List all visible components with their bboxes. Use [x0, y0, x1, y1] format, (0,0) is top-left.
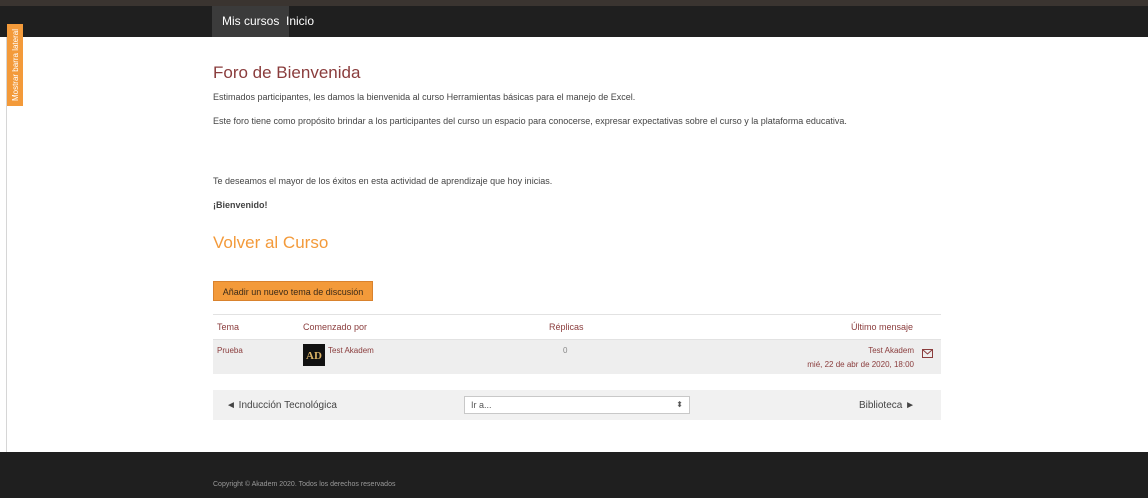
header-started-by[interactable]: Comenzado por	[303, 322, 367, 332]
jump-to-label: Ir a...	[471, 400, 492, 410]
back-to-course-link[interactable]: Volver al Curso	[213, 233, 328, 253]
select-arrows-icon: ⬍	[676, 400, 683, 409]
table-row: Prueba AD Test Akadem 0 Test Akadem mié,…	[213, 340, 941, 374]
topic-link[interactable]: Prueba	[217, 346, 243, 355]
discussion-table: Tema Comenzado por Réplicas Último mensa…	[213, 314, 941, 374]
header-topic[interactable]: Tema	[217, 322, 239, 332]
nav-item-inicio[interactable]: Inicio	[276, 6, 324, 37]
show-sidebar-label: Mostrar barra lateral	[10, 28, 20, 102]
table-header: Tema Comenzado por Réplicas Último mensa…	[213, 314, 941, 340]
reply-count[interactable]: 0	[563, 346, 567, 355]
top-navbar: Mis cursos Inicio	[0, 6, 1148, 37]
jump-to-select[interactable]: Ir a... ⬍	[464, 396, 690, 414]
header-last-post[interactable]: Último mensaje	[851, 322, 913, 332]
author-link[interactable]: Test Akadem	[328, 346, 374, 355]
last-post-date[interactable]: mié, 22 de abr de 2020, 18:00	[807, 360, 914, 369]
show-sidebar-button[interactable]: Mostrar barra lateral	[7, 24, 23, 106]
activity-navigation: ◄ Inducción Tecnológica Ir a... ⬍ Biblio…	[213, 390, 941, 420]
intro-paragraph-2: Este foro tiene como propósito brindar a…	[213, 116, 847, 126]
add-discussion-button[interactable]: Añadir un nuevo tema de discusión	[213, 281, 373, 301]
next-activity-link[interactable]: Biblioteca ►	[859, 400, 915, 411]
footer: Copyright © Akadem 2020. Todos los derec…	[0, 452, 1148, 498]
left-border	[6, 37, 7, 452]
intro-paragraph-3: Te deseamos el mayor de los éxitos en es…	[213, 176, 553, 186]
last-post-author[interactable]: Test Akadem	[868, 346, 914, 355]
prev-activity-link[interactable]: ◄ Inducción Tecnológica	[226, 400, 337, 411]
avatar-logo-text: AD	[306, 350, 322, 362]
intro-paragraph-1: Estimados participantes, les damos la bi…	[213, 92, 636, 102]
forum-title: Foro de Bienvenida	[213, 63, 361, 82]
header-replies[interactable]: Réplicas	[549, 322, 584, 332]
avatar[interactable]: AD	[303, 344, 325, 366]
welcome-text: ¡Bienvenido!	[213, 200, 268, 210]
copyright-text: Copyright © Akadem 2020. Todos los derec…	[213, 481, 396, 488]
envelope-icon[interactable]	[922, 345, 933, 363]
